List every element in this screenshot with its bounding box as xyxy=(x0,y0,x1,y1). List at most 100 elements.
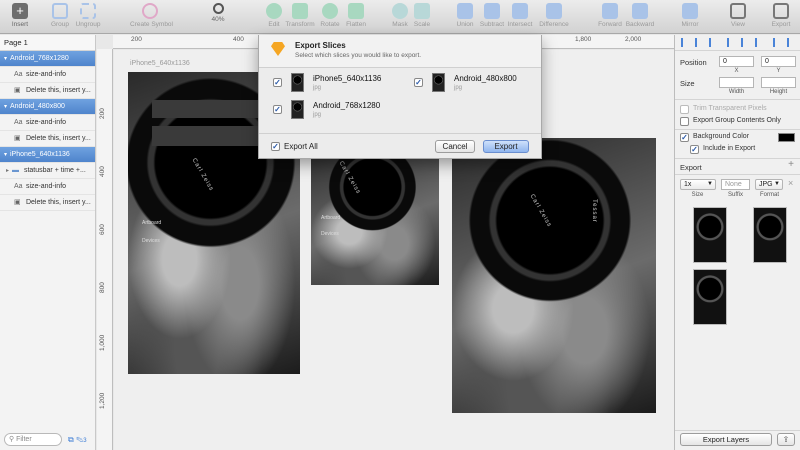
include-in-export-checkbox[interactable]: ✓ xyxy=(690,145,699,154)
add-export-size-icon[interactable]: + xyxy=(788,159,794,170)
artboard-android-480[interactable]: Carl Zeiss Artboard Devices xyxy=(311,145,439,285)
export-preview-thumbnail xyxy=(753,207,787,263)
text-layer-icon: Aa xyxy=(14,71,23,78)
y-position-field[interactable]: 0 xyxy=(761,56,796,67)
layer-artboard[interactable]: ▾ iPhone5_640x1136 xyxy=(0,147,95,163)
create-symbol-button[interactable]: Create Symbol xyxy=(130,3,173,28)
subtract-icon xyxy=(484,3,500,19)
view-button[interactable]: View xyxy=(718,3,758,28)
difference-button[interactable]: Difference xyxy=(532,3,576,28)
forward-icon xyxy=(602,3,618,19)
cancel-button[interactable]: Cancel xyxy=(435,140,475,153)
layer-image[interactable]: ▣ Delete this, insert y... xyxy=(0,131,95,147)
layer-group[interactable]: ▸ ▬ statusbar + time +... xyxy=(0,163,95,179)
ungroup-button[interactable]: Ungroup xyxy=(68,3,108,28)
export-group-checkbox[interactable] xyxy=(680,117,689,126)
height-field[interactable] xyxy=(761,77,796,88)
backward-button[interactable]: Backward xyxy=(620,3,660,28)
page-selector[interactable]: Page 1 xyxy=(0,35,95,51)
ungroup-icon xyxy=(80,3,96,19)
slice-item[interactable]: ✓ Android_480x800 jpg xyxy=(414,71,539,95)
export-section-title: Export xyxy=(680,163,702,172)
distribute-vertical-icon[interactable] xyxy=(787,38,797,47)
layer-label: size-and-info xyxy=(25,71,67,78)
toolbar: + Insert Group Ungroup Create Symbol 40%… xyxy=(0,0,800,34)
ruler-tick-label: 800 xyxy=(99,282,106,293)
align-right-icon[interactable] xyxy=(709,38,719,47)
flatten-button[interactable]: Flatten xyxy=(336,3,376,28)
zoom-control[interactable]: 40% xyxy=(198,3,238,23)
layer-filter-input[interactable]: ⚲ Filter xyxy=(4,433,62,446)
slice-checkbox[interactable]: ✓ xyxy=(273,105,282,114)
ruler-tick-label: 400 xyxy=(99,166,106,177)
distribute-horizontal-icon[interactable] xyxy=(773,38,783,47)
layer-image[interactable]: ▣ Delete this, insert y... xyxy=(0,83,95,99)
export-confirm-button[interactable]: Export xyxy=(483,140,529,153)
layer-artboard[interactable]: ▾ Android_768x1280 xyxy=(0,51,95,67)
layer-text[interactable]: Aa size-and-info xyxy=(0,115,95,131)
search-icon: ⚲ xyxy=(9,436,15,443)
include-in-export-label: Include in Export xyxy=(703,145,756,152)
inspector-panel: Position 0 0 X Y Size Width Height Trim … xyxy=(674,35,800,450)
ruler-tick-label: 200 xyxy=(131,36,142,43)
align-bottom-icon[interactable] xyxy=(755,38,765,47)
x-label: X xyxy=(734,68,739,74)
align-top-icon[interactable] xyxy=(727,38,737,47)
export-scale-select[interactable]: 1x ▼ xyxy=(680,179,716,190)
artboard-android-768[interactable]: Carl Zeiss Tessar xyxy=(452,138,656,413)
filter-options[interactable]: ⧉ ✎3 xyxy=(68,435,87,445)
statusbar-placeholder xyxy=(152,100,272,118)
export-suffix-field[interactable]: None xyxy=(721,179,750,190)
slice-checkbox[interactable]: ✓ xyxy=(414,78,423,87)
trim-checkbox[interactable] xyxy=(680,105,689,114)
export-all-checkbox[interactable]: ✓ xyxy=(271,142,280,151)
export-button[interactable]: Export xyxy=(762,3,800,28)
slice-item[interactable]: ✓ iPhone5_640x1136 jpg xyxy=(273,71,398,95)
align-left-icon[interactable] xyxy=(681,38,691,47)
size-and-info-text: Artboard Devices xyxy=(142,220,162,244)
export-layers-button[interactable]: Export Layers xyxy=(680,433,772,446)
photo-image xyxy=(452,138,656,413)
width-field[interactable] xyxy=(719,77,754,88)
height-label: Height xyxy=(769,89,788,95)
ruler-tick-label: 600 xyxy=(99,224,106,235)
plus-icon: + xyxy=(12,3,28,19)
copy-icon[interactable]: ⧉ xyxy=(68,435,74,444)
layer-label: Delete this, insert y... xyxy=(25,135,91,142)
union-icon xyxy=(457,3,473,19)
slice-thumbnail xyxy=(432,73,445,92)
layer-text[interactable]: Aa size-and-info xyxy=(0,67,95,83)
layer-text[interactable]: Aa size-and-info xyxy=(0,179,95,195)
divider xyxy=(675,129,800,130)
sketch-diamond-icon xyxy=(271,42,285,56)
export-preview-thumbnail xyxy=(693,269,727,325)
text-layer-icon: Aa xyxy=(14,183,23,190)
remove-export-size-icon[interactable]: × xyxy=(788,178,793,188)
layer-label: size-and-info xyxy=(25,119,67,126)
layer-label: Delete this, insert y... xyxy=(25,87,91,94)
y-label: Y xyxy=(776,68,781,74)
artboard-title[interactable]: iPhone5_640x1136 xyxy=(130,60,190,67)
layer-image[interactable]: ▣ Delete this, insert y... xyxy=(0,195,95,211)
export-all-label[interactable]: Export All xyxy=(284,142,318,151)
layer-label: Delete this, insert y... xyxy=(25,199,91,206)
layer-artboard[interactable]: ▾ Android_480x800 xyxy=(0,99,95,115)
export-format-select[interactable]: JPG ▼ xyxy=(755,179,783,190)
slice-item[interactable]: ✓ Android_768x1280 jpg xyxy=(273,98,398,122)
slice-checkbox[interactable]: ✓ xyxy=(273,78,282,87)
background-color-swatch[interactable] xyxy=(778,133,795,142)
align-center-icon[interactable] xyxy=(695,38,705,47)
format-caption: Format xyxy=(759,192,779,198)
flatten-icon xyxy=(348,3,364,19)
layer-label: statusbar + time +... xyxy=(23,167,86,174)
symbol-icon xyxy=(142,3,158,19)
share-icon[interactable]: ⇪ xyxy=(777,433,795,446)
align-middle-icon[interactable] xyxy=(741,38,751,47)
mirror-button[interactable]: Mirror xyxy=(670,3,710,28)
x-position-field[interactable]: 0 xyxy=(719,56,754,67)
background-color-checkbox[interactable]: ✓ xyxy=(680,133,689,142)
text-layer-icon: Aa xyxy=(14,119,23,126)
divider xyxy=(675,99,800,100)
scale-button[interactable]: Scale xyxy=(402,3,442,28)
insert-button[interactable]: + Insert xyxy=(0,3,40,28)
